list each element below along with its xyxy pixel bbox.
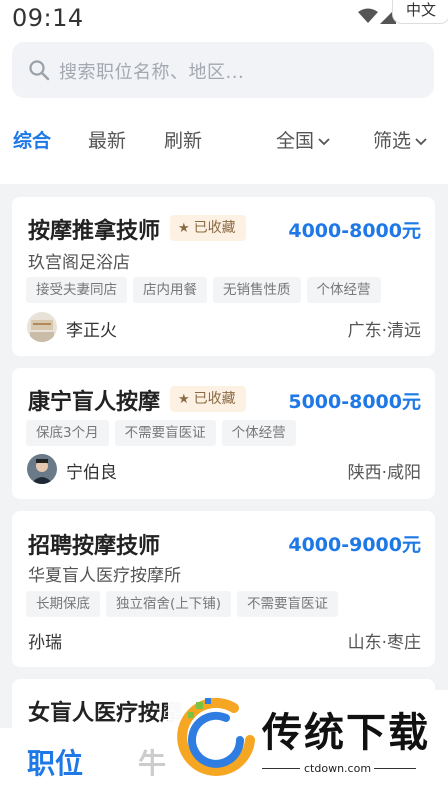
job-card[interactable]: 按摩推拿技师 ★ 已收藏 4000-8000元 玖宫阁足浴店 接受夫妻同店 店内用餐… xyxy=(12,197,435,356)
tab-all[interactable]: 综合 xyxy=(13,126,51,153)
job-tag: 店内用餐 xyxy=(133,277,207,303)
tab-latest[interactable]: 最新 xyxy=(88,126,126,153)
job-tag: 接受夫妻同店 xyxy=(26,277,127,303)
job-title: 康宁盲人按摩 xyxy=(28,390,161,415)
tag-list: 长期保底 独立宿舍(上下铺) 不需要盲医证 xyxy=(26,591,344,617)
job-tag: 独立宿舍(上下铺) xyxy=(106,591,232,617)
watermark-url: ctdown.com xyxy=(304,762,372,775)
recruiter-name: 李正火 xyxy=(66,321,117,341)
avatar xyxy=(27,312,57,342)
header: 搜索职位名称、地区... 综合 最新 刷新 全国 筛选 xyxy=(0,40,448,184)
star-icon: ★ xyxy=(178,392,190,407)
job-salary: 4000-8000元 xyxy=(288,220,421,242)
region-label: 全国 xyxy=(276,130,315,152)
favorite-badge: ★ 已收藏 xyxy=(170,386,246,412)
job-location: 陕西·咸阳 xyxy=(347,463,421,483)
job-salary: 4000-9000元 xyxy=(288,534,421,556)
job-location: 山东·枣庄 xyxy=(347,633,421,653)
status-time: 09:14 xyxy=(12,4,84,32)
tag-list: 接受夫妻同店 店内用餐 无销售性质 个体经营 xyxy=(26,277,387,303)
job-tag: 不需要盲医证 xyxy=(237,591,339,617)
favorite-label: 已收藏 xyxy=(193,220,236,236)
favorite-label: 已收藏 xyxy=(193,391,236,407)
recruiter-name: 孙瑞 xyxy=(28,633,62,653)
ime-indicator[interactable]: 中文 xyxy=(392,0,448,24)
search-icon xyxy=(29,60,50,81)
watermark-text: 传统下载 xyxy=(262,710,430,756)
filter-tabs: 综合 最新 刷新 全国 筛选 xyxy=(0,122,448,158)
job-tag: 无销售性质 xyxy=(213,277,301,303)
tag-list: 保底3个月 不需要盲医证 个体经营 xyxy=(26,420,302,446)
star-icon: ★ xyxy=(178,221,190,236)
search-input[interactable]: 搜索职位名称、地区... xyxy=(12,42,434,98)
job-tag: 个体经营 xyxy=(221,420,296,446)
avatar xyxy=(27,454,57,484)
favorite-badge: ★ 已收藏 xyxy=(170,215,246,241)
job-salary: 5000-8000元 xyxy=(288,391,421,413)
filter-label: 筛选 xyxy=(373,130,412,152)
recruiter-name: 宁伯良 xyxy=(66,463,117,483)
job-tag: 不需要盲医证 xyxy=(114,420,216,446)
search-placeholder: 搜索职位名称、地区... xyxy=(59,62,245,83)
nav-item-partial[interactable]: 牛 xyxy=(138,742,166,782)
job-card[interactable]: 招聘按摩技师 4000-9000元 华夏盲人医疗按摩所 长期保底 独立宿舍(上下铺… xyxy=(12,511,435,667)
watermark-logo-icon xyxy=(177,697,255,776)
region-dropdown[interactable]: 全国 xyxy=(276,126,330,153)
status-bar: 09:14 中文 xyxy=(0,0,448,40)
job-tag: 个体经营 xyxy=(306,277,381,303)
nav-jobs[interactable]: 职位 xyxy=(27,742,83,782)
wifi-icon xyxy=(358,8,378,23)
job-title: 招聘按摩技师 xyxy=(28,534,161,559)
chevron-down-icon xyxy=(318,137,330,145)
company-name: 华夏盲人医疗按摩所 xyxy=(28,566,181,586)
watermark-divider xyxy=(374,768,416,769)
chevron-down-icon xyxy=(415,137,427,145)
job-location: 广东·清远 xyxy=(347,321,421,341)
watermark-divider xyxy=(262,768,300,769)
job-title: 按摩推拿技师 xyxy=(28,219,161,244)
job-tag: 保底3个月 xyxy=(26,420,109,446)
company-name: 玖宫阁足浴店 xyxy=(28,253,130,273)
job-card[interactable]: 康宁盲人按摩 ★ 已收藏 5000-8000元 保底3个月 不需要盲医证 个体经营 宁… xyxy=(12,368,435,499)
watermark: 传统下载 ctdown.com xyxy=(168,690,448,796)
filter-dropdown[interactable]: 筛选 xyxy=(373,126,427,153)
job-title: 女盲人医疗按摩 xyxy=(28,701,183,726)
job-tag: 长期保底 xyxy=(26,591,100,617)
tab-refresh[interactable]: 刷新 xyxy=(164,126,202,153)
